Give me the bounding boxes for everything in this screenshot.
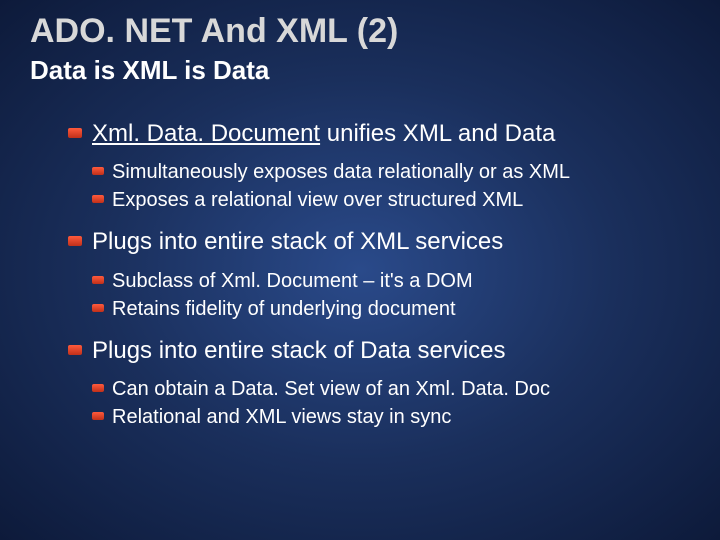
sub-bullet-item: Relational and XML views stay in sync: [92, 403, 690, 431]
sub-bullet-item: Exposes a relational view over structure…: [92, 186, 690, 214]
slide-subtitle: Data is XML is Data: [30, 55, 690, 86]
slide-title: ADO. NET And XML (2): [30, 12, 690, 51]
bullet-item: Plugs into entire stack of XML services: [68, 226, 690, 258]
slide: ADO. NET And XML (2) Data is XML is Data…: [0, 0, 720, 473]
sub-bullet-list: Can obtain a Data. Set view of an Xml. D…: [68, 375, 690, 431]
sub-bullet-item: Simultaneously exposes data relationally…: [92, 158, 690, 186]
sub-bullet-list: Subclass of Xml. Document – it's a DOM R…: [68, 267, 690, 323]
sub-bullet-item: Can obtain a Data. Set view of an Xml. D…: [92, 375, 690, 403]
sub-bullet-item: Subclass of Xml. Document – it's a DOM: [92, 267, 690, 295]
sub-bullet-list: Simultaneously exposes data relationally…: [68, 158, 690, 214]
bullet-item: Plugs into entire stack of Data services: [68, 335, 690, 367]
bullet-text-underlined: Xml. Data. Document: [92, 120, 320, 147]
sub-bullet-item: Retains fidelity of underlying document: [92, 295, 690, 323]
slide-content: Xml. Data. Document unifies XML and Data…: [30, 118, 690, 431]
bullet-text-rest: unifies XML and Data: [320, 120, 555, 147]
bullet-item: Xml. Data. Document unifies XML and Data: [68, 118, 690, 150]
